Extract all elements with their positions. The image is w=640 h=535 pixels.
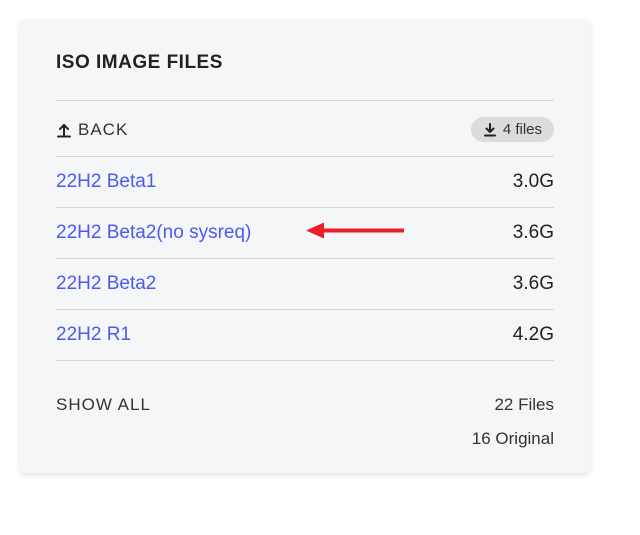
- download-pill-label: 4 files: [503, 121, 542, 138]
- back-up-icon: [56, 122, 72, 138]
- toolbar: BACK 4 files: [56, 101, 554, 156]
- file-size: 3.6G: [513, 273, 554, 295]
- file-card: ISO IMAGE FILES BACK 4 files 22H2: [20, 20, 590, 473]
- file-size: 3.6G: [513, 222, 554, 244]
- file-link[interactable]: 22H2 Beta1: [56, 171, 156, 193]
- stats-original: 16 Original: [472, 429, 554, 449]
- back-label: BACK: [78, 120, 128, 140]
- file-list: 22H2 Beta1 3.0G 22H2 Beta2(no sysreq) 3.…: [56, 156, 554, 361]
- footer: SHOW ALL 22 Files 16 Original: [56, 395, 554, 449]
- stats-total: 22 Files: [472, 395, 554, 415]
- file-link[interactable]: 22H2 R1: [56, 324, 131, 346]
- highlight-arrow-icon: [306, 219, 406, 248]
- download-icon: [483, 123, 497, 137]
- file-size: 3.0G: [513, 171, 554, 193]
- file-size: 4.2G: [513, 324, 554, 346]
- file-link[interactable]: 22H2 Beta2(no sysreq): [56, 222, 251, 244]
- show-all-button[interactable]: SHOW ALL: [56, 395, 151, 415]
- file-row: 22H2 R1 4.2G: [56, 309, 554, 361]
- card-title: ISO IMAGE FILES: [56, 52, 554, 74]
- file-link[interactable]: 22H2 Beta2: [56, 273, 156, 295]
- file-row: 22H2 Beta2(no sysreq) 3.6G: [56, 207, 554, 258]
- stats: 22 Files 16 Original: [472, 395, 554, 449]
- back-button[interactable]: BACK: [56, 120, 128, 140]
- download-pill[interactable]: 4 files: [471, 117, 554, 142]
- file-row: 22H2 Beta1 3.0G: [56, 156, 554, 207]
- file-row: 22H2 Beta2 3.6G: [56, 258, 554, 309]
